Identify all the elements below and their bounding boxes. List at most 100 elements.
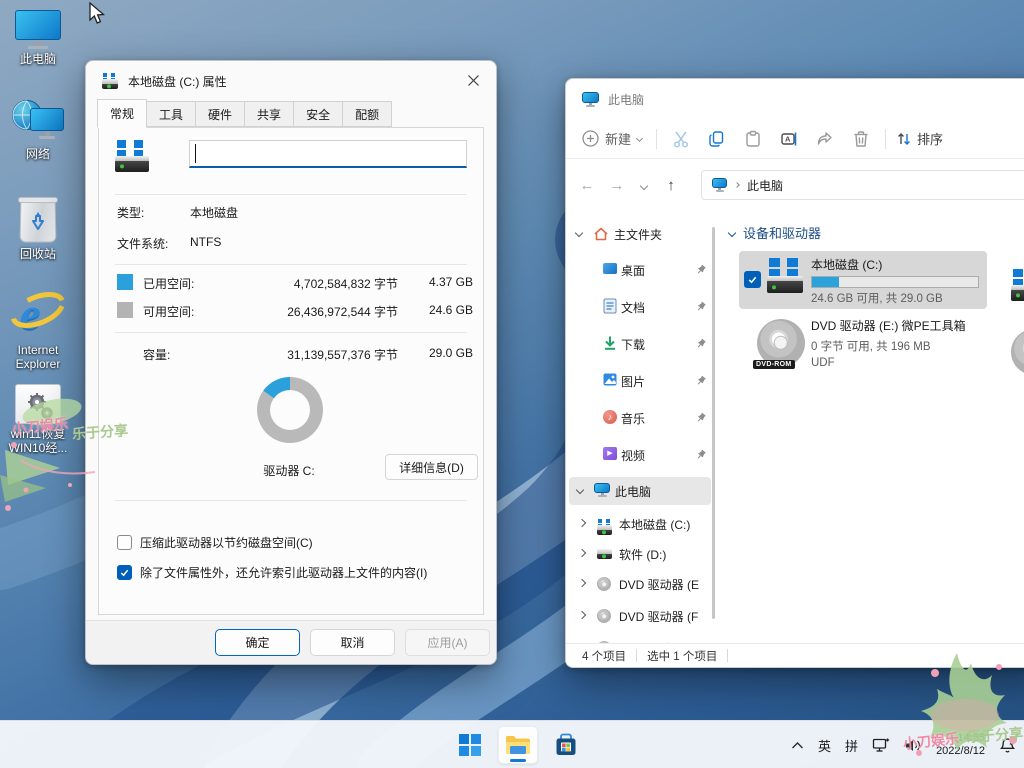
paste-button[interactable] — [735, 123, 771, 155]
selection-count: 选中 1 个项目 — [647, 648, 717, 664]
nav-up-button[interactable]: ↑ — [656, 177, 686, 194]
tab-security[interactable]: 安全 — [293, 101, 343, 127]
drive-name: 本地磁盘 (C:) — [811, 256, 979, 273]
sidebar-item-drive-c[interactable]: 本地磁盘 (C:) — [566, 511, 716, 537]
nav-history-dropdown[interactable] — [632, 176, 656, 194]
apply-button[interactable]: 应用(A) — [405, 629, 490, 656]
tab-sharing[interactable]: 共享 — [244, 101, 294, 127]
section-devices-and-drives[interactable]: 设备和驱动器 — [729, 223, 821, 242]
sidebar-scrollbar[interactable] — [712, 227, 715, 619]
ime-language-indicator[interactable]: 英 — [818, 736, 831, 755]
checkbox-unchecked[interactable] — [117, 535, 132, 550]
chevron-right-icon[interactable] — [578, 579, 586, 587]
sidebar-item-label: 桌面 — [621, 262, 645, 279]
sidebar-item-pictures[interactable]: 图片 — [566, 368, 716, 394]
nav-back-button[interactable]: ← — [572, 177, 602, 194]
recycle-bin-icon — [18, 196, 58, 244]
sidebar-item-home[interactable]: 主文件夹 — [566, 221, 716, 247]
sidebar-item-documents[interactable]: 文档 — [566, 294, 716, 320]
compress-checkbox-row[interactable]: 压缩此驱动器以节约磁盘空间(C) — [117, 534, 313, 551]
network-icon — [12, 100, 64, 144]
desktop-icon-win11-restore[interactable]: win11恢复WIN10经... — [0, 384, 76, 455]
this-pc-icon — [582, 92, 599, 107]
capacity-label: 容量: — [143, 346, 170, 363]
chevron-right-icon[interactable] — [578, 611, 586, 619]
section-header-label: 设备和驱动器 — [743, 223, 821, 242]
taskbar-clock[interactable]: 14:55 2022/8/12 — [936, 732, 985, 758]
trash-icon — [852, 130, 870, 148]
share-button[interactable] — [807, 123, 843, 155]
sidebar-item-label: DVD 驱动器 (E — [619, 576, 711, 593]
used-space-gb: 4.37 GB — [429, 275, 473, 289]
sidebar-item-music[interactable]: ♪ 音乐 — [566, 405, 716, 431]
copy-button[interactable] — [699, 123, 735, 155]
selected-checkbox[interactable] — [744, 271, 761, 288]
volume-icon[interactable] — [904, 738, 922, 753]
this-pc-icon — [712, 178, 727, 192]
desktop-icon-internet-explorer[interactable]: e Internet Explorer — [0, 286, 76, 371]
general-tab-page: 类型: 本地磁盘 文件系统: NTFS 已用空间: 4,702,584,832 … — [98, 127, 484, 615]
new-button[interactable]: 新建 — [582, 129, 642, 148]
home-icon — [593, 226, 609, 242]
sidebar-item-downloads[interactable]: 下载 — [566, 331, 716, 357]
cut-button[interactable] — [663, 123, 699, 155]
check-icon — [119, 567, 130, 578]
index-checkbox-row[interactable]: 除了文件属性外，还允许索引此驱动器上文件的内容(I) — [117, 564, 427, 581]
ime-pinyin-indicator[interactable]: 拼 — [845, 736, 858, 755]
drive-tile-partial-dvd[interactable] — [1011, 329, 1024, 375]
tab-hardware[interactable]: 硬件 — [195, 101, 245, 127]
sidebar-item-dvd-e[interactable]: DVD 驱动器 (E — [566, 571, 716, 597]
nav-forward-button[interactable]: → — [602, 177, 632, 194]
text-caret — [195, 144, 196, 163]
checkbox-checked[interactable] — [117, 565, 132, 580]
drive-tile-c[interactable]: 本地磁盘 (C:) 24.6 GB 可用, 共 29.0 GB — [739, 251, 987, 309]
dvd-icon — [597, 609, 611, 623]
explorer-titlebar[interactable]: 此电脑 — [566, 79, 1024, 119]
tab-tools[interactable]: 工具 — [146, 101, 196, 127]
this-pc-icon — [594, 483, 610, 497]
volume-label-input[interactable] — [189, 140, 467, 168]
sidebar-item-dvd-partial[interactable]: DVD 驱动器 (F:) — [566, 635, 716, 643]
breadcrumb-item[interactable]: 此电脑 — [747, 177, 783, 194]
desktop-icon-this-pc[interactable]: 此电脑 — [0, 10, 76, 66]
ok-button[interactable]: 确定 — [215, 629, 300, 656]
sidebar-item-label: 软件 (D:) — [619, 546, 666, 563]
delete-button[interactable] — [843, 123, 879, 155]
taskbar-file-explorer[interactable] — [498, 726, 538, 764]
start-button[interactable] — [450, 726, 490, 764]
cancel-button[interactable]: 取消 — [310, 629, 395, 656]
taskbar-microsoft-store[interactable] — [546, 726, 586, 764]
desktop-icon-label: 此电脑 — [0, 52, 76, 66]
address-bar[interactable]: 此电脑 — [701, 170, 1024, 200]
details-button[interactable]: 详细信息(D) — [385, 454, 478, 480]
sidebar-item-videos[interactable]: ▶ 视频 — [566, 442, 716, 468]
dialog-titlebar[interactable]: 本地磁盘 (C:) 属性 — [86, 61, 496, 101]
tab-quota[interactable]: 配额 — [342, 101, 392, 127]
share-icon — [816, 130, 834, 148]
tray-chevron-up-icon[interactable] — [791, 741, 804, 750]
chevron-right-icon[interactable] — [578, 519, 586, 527]
drive-tile-dvd-e[interactable]: DVD-ROM DVD 驱动器 (E:) 微PE工具箱 0 字节 可用, 共 1… — [739, 315, 987, 379]
sidebar-item-desktop[interactable]: 桌面 — [566, 257, 716, 283]
tab-general[interactable]: 常规 — [97, 99, 147, 128]
sort-button[interactable]: 排序 — [896, 129, 943, 148]
sidebar-item-label: 主文件夹 — [614, 226, 662, 243]
desktop: 此电脑 网络 回收站 e Internet E — [0, 0, 1024, 768]
desktop-icon-label: Internet Explorer — [0, 343, 76, 371]
notification-bell-icon[interactable]: z — [999, 737, 1016, 754]
close-button[interactable] — [450, 61, 496, 99]
clock-time: 14:55 — [936, 732, 985, 745]
sidebar-item-label: 文档 — [621, 299, 645, 316]
drive-tile-partial-disk[interactable] — [1011, 269, 1024, 301]
sidebar-item-dvd-f[interactable]: DVD 驱动器 (F — [566, 603, 716, 629]
rename-button[interactable]: A — [771, 123, 807, 155]
chevron-down-icon[interactable] — [575, 229, 583, 237]
network-icon[interactable] — [872, 737, 890, 753]
chevron-right-icon[interactable] — [578, 549, 586, 557]
sidebar-item-drive-d[interactable]: 软件 (D:) — [566, 541, 716, 567]
desktop-icon-network[interactable]: 网络 — [0, 100, 76, 161]
properties-dialog: 本地磁盘 (C:) 属性 常规 工具 硬件 共享 安全 配额 类型: 本地磁盘 … — [85, 60, 497, 665]
chevron-down-icon[interactable] — [576, 486, 584, 494]
sidebar-item-this-pc[interactable]: 此电脑 — [569, 477, 711, 505]
desktop-icon-recycle-bin[interactable]: 回收站 — [0, 196, 76, 261]
